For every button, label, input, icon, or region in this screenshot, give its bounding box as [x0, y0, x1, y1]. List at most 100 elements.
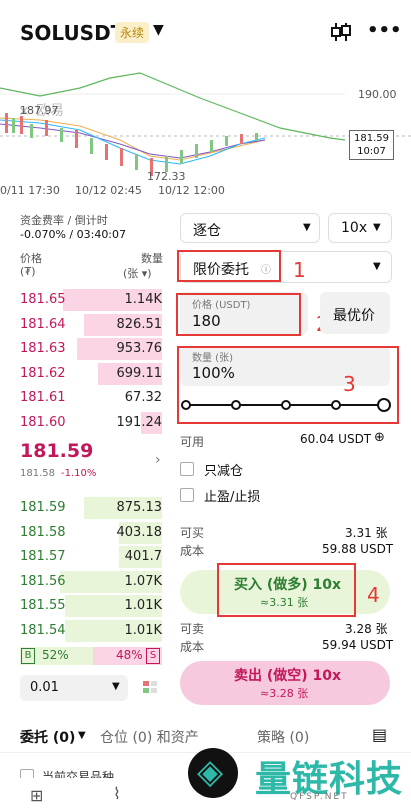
price-unit: (₮) — [20, 265, 36, 278]
bid-row[interactable]: 181.56 1.07K — [20, 570, 162, 595]
ask-qty: 826.51 — [116, 316, 163, 332]
ask-list: 181.65 1.14K 181.64 826.51 181.63 953.76 181.6… — [20, 288, 162, 435]
ask-price: 181.65 — [20, 292, 66, 307]
ask-price: 181.62 — [20, 365, 66, 381]
available-label: 可用 — [180, 435, 205, 449]
bid-qty: 875.13 — [116, 500, 163, 515]
annotation-3: 3 — [343, 372, 356, 396]
sell-letter-badge: S — [146, 648, 160, 664]
annotation-box-3 — [177, 346, 399, 424]
current-price-tag: 181.59 10:07 — [349, 130, 394, 160]
nav-chart-icon[interactable]: ⌇ — [113, 784, 121, 803]
can-buy-label: 可买 — [180, 526, 205, 540]
orderbook-layout-icon[interactable] — [139, 677, 161, 699]
symbol-chevron-down-icon[interactable]: ▼ — [153, 22, 164, 38]
tab-orders[interactable]: 委托 (0) — [20, 727, 75, 747]
annotation-box-4 — [217, 563, 356, 617]
tab-orders-chevron-icon[interactable]: ▼ — [78, 730, 86, 741]
qty-header: 数量 — [141, 252, 163, 265]
ask-qty: 953.76 — [116, 341, 163, 356]
bid-row[interactable]: 181.59 875.13 — [20, 496, 162, 521]
axis-price-190: 190.00 — [358, 88, 397, 101]
bid-price: 181.55 — [20, 598, 66, 613]
last-price: 181.59 — [20, 440, 94, 462]
cost-label: 成本 — [180, 544, 205, 558]
bid-qty: 401.7 — [124, 549, 162, 564]
price-change: -1.10% — [61, 468, 97, 479]
tab-positions[interactable]: 仓位 (0) 和资产 — [100, 727, 199, 747]
annotation-4: 4 — [367, 583, 380, 607]
symbol-title[interactable]: SOLUSDT — [20, 21, 124, 45]
bid-price: 181.57 — [20, 549, 66, 564]
price-header: 价格 — [20, 252, 42, 265]
high-price-label: 187.97 — [20, 104, 59, 117]
bid-price: 181.58 — [20, 524, 66, 540]
bid-price: 181.56 — [20, 573, 66, 589]
margin-mode-select[interactable]: 逐仓 ▼ — [180, 213, 320, 243]
price-chart[interactable]: ✕ 欧易 — [0, 58, 411, 198]
ask-row[interactable]: 181.61 67.32 — [20, 386, 162, 411]
can-buy-value: 3.31 张 — [345, 526, 388, 540]
x-label-3: 10/12 12:00 — [158, 184, 225, 197]
watermark-url: QFSP.NET — [290, 792, 349, 802]
annotation-1: 1 — [293, 258, 306, 282]
ask-price: 181.63 — [20, 341, 66, 356]
buy-letter-badge: B — [21, 648, 35, 664]
transfer-plus-icon[interactable]: ⊕ — [374, 430, 385, 445]
bid-row[interactable]: 181.54 1.01K — [20, 619, 162, 644]
ask-price: 181.61 — [20, 390, 66, 405]
best-price-button[interactable]: 最优价 — [320, 292, 390, 334]
bid-row[interactable]: 181.57 401.7 — [20, 545, 162, 570]
x-label-1: 0/11 17:30 — [0, 184, 60, 197]
ask-row[interactable]: 181.63 953.76 — [20, 337, 162, 362]
ask-price: 181.64 — [20, 316, 66, 332]
ask-row[interactable]: 181.64 826.51 — [20, 313, 162, 338]
funding-value: -0.070% / 03:40:07 — [20, 228, 127, 241]
tab-strategy[interactable]: 策略 (0) — [257, 727, 309, 747]
ask-qty: 1.14K — [124, 292, 162, 307]
x-label-2: 10/12 02:45 — [75, 184, 142, 197]
ask-qty: 191.24 — [116, 414, 163, 430]
qty-unit-dropdown[interactable]: (张 ▾) — [123, 265, 152, 281]
ask-qty: 67.32 — [124, 390, 162, 405]
can-sell-value: 3.28 张 — [345, 622, 388, 636]
candlestick-icon[interactable] — [330, 22, 352, 42]
cost-value: 59.88 USDT — [322, 542, 394, 556]
cost2-label: 成本 — [180, 640, 205, 654]
leverage-select[interactable]: 10x ▼ — [328, 213, 392, 243]
bid-qty: 1.01K — [124, 598, 162, 613]
sell-ratio: 48% — [116, 648, 143, 662]
more-icon[interactable]: ••• — [367, 20, 402, 41]
bid-price: 181.59 — [20, 500, 66, 515]
ask-price: 181.60 — [20, 414, 66, 430]
buy-ratio: 52% — [42, 648, 69, 662]
can-sell-label: 可卖 — [180, 622, 205, 636]
annotation-box-2 — [176, 293, 301, 336]
watermark-logo-icon: ◈ — [197, 752, 224, 792]
perpetual-badge: 永续 — [115, 22, 150, 43]
ask-row[interactable]: 181.65 1.14K — [20, 288, 162, 313]
funding-label: 资金费率 / 倒计时 — [20, 214, 108, 227]
chevron-right-icon[interactable]: › — [155, 452, 161, 468]
cost2-value: 59.94 USDT — [322, 638, 394, 652]
bid-price: 181.54 — [20, 622, 66, 638]
candles — [5, 113, 258, 176]
mark-price: 181.58 — [20, 468, 55, 479]
bid-qty: 1.07K — [124, 573, 162, 589]
sell-short-button[interactable]: 卖出 (做空) 10x ≈3.28 张 — [180, 661, 390, 705]
ask-qty: 699.11 — [116, 365, 163, 381]
annotation-box-1 — [177, 250, 281, 282]
buy-sell-ratio-bar: B 52% 48% S — [20, 647, 162, 665]
bid-list: 181.59 875.13 181.58 403.18 181.57 401.7 181.5… — [20, 496, 162, 643]
bid-row[interactable]: 181.55 1.01K — [20, 594, 162, 619]
low-price-label: 172.33 — [147, 170, 186, 183]
ask-row[interactable]: 181.60 191.24 — [20, 411, 162, 436]
bid-qty: 403.18 — [116, 524, 163, 540]
nav-grid-icon[interactable]: ⊞ — [30, 786, 43, 805]
order-history-icon[interactable]: ▤ — [372, 725, 387, 744]
bid-row[interactable]: 181.58 403.18 — [20, 521, 162, 546]
bid-qty: 1.01K — [124, 622, 162, 638]
tick-size-select[interactable]: 0.01 ▼ — [20, 675, 128, 701]
available-value: 60.04 USDT — [300, 432, 372, 446]
ask-row[interactable]: 181.62 699.11 — [20, 362, 162, 387]
